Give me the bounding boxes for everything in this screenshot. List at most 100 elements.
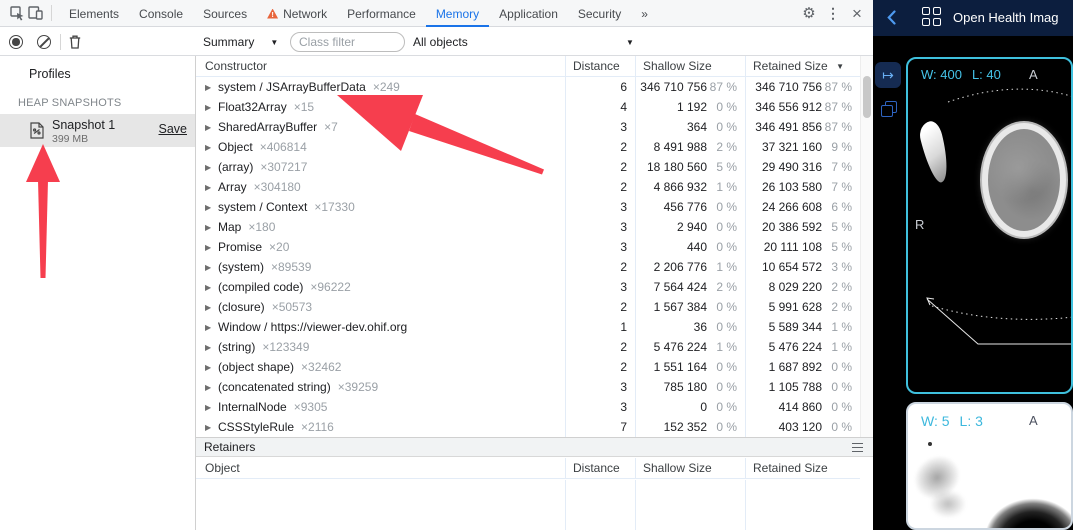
heap-table-row[interactable]: ▶Object×40681428 491 9882 %37 321 1609 % bbox=[196, 137, 860, 157]
objects-select-label[interactable]: All objects bbox=[413, 35, 468, 49]
clear-profiles-icon[interactable] bbox=[37, 35, 51, 49]
heap-table-row[interactable]: ▶(closure)×5057321 567 3840 %5 991 6282 … bbox=[196, 297, 860, 317]
column-header-distance[interactable]: Distance bbox=[565, 458, 635, 478]
disclosure-triangle-icon[interactable]: ▶ bbox=[205, 283, 218, 292]
disclosure-triangle-icon[interactable]: ▶ bbox=[205, 263, 218, 272]
disclosure-triangle-icon[interactable]: ▶ bbox=[205, 363, 218, 372]
tab-network[interactable]: !Network bbox=[257, 0, 337, 27]
tab-elements[interactable]: Elements bbox=[59, 0, 129, 27]
constructor-cell[interactable]: ▶(closure)×50573 bbox=[196, 297, 565, 317]
disclosure-triangle-icon[interactable]: ▶ bbox=[205, 383, 218, 392]
constructor-cell[interactable]: ▶(object shape)×32462 bbox=[196, 357, 565, 377]
heap-table-row[interactable]: ▶Window / https://viewer-dev.ohif.org136… bbox=[196, 317, 860, 337]
retained-size-value: 24 266 608 bbox=[762, 200, 822, 214]
heap-table-row[interactable]: ▶(system)×8953922 206 7761 %10 654 5723 … bbox=[196, 257, 860, 277]
tab-application[interactable]: Application bbox=[489, 0, 568, 27]
class-filter-input[interactable] bbox=[290, 32, 405, 52]
kebab-menu-icon[interactable]: ⋮ bbox=[821, 1, 845, 25]
settings-gear-icon[interactable]: ⚙ bbox=[797, 1, 821, 25]
retainers-table-header: Object Distance Shallow Size Retained Si… bbox=[196, 458, 860, 479]
record-heap-icon[interactable] bbox=[9, 35, 23, 49]
heap-table-row[interactable]: ▶(object shape)×3246221 551 1640 %1 687 … bbox=[196, 357, 860, 377]
chevron-down-icon[interactable]: ▼ bbox=[626, 38, 634, 47]
disclosure-triangle-icon[interactable]: ▶ bbox=[205, 163, 218, 172]
device-toolbar-icon[interactable] bbox=[26, 4, 44, 22]
heap-table-row[interactable]: ▶Map×18032 9400 %20 386 5925 % bbox=[196, 217, 860, 237]
constructor-cell[interactable]: ▶(compiled code)×96222 bbox=[196, 277, 565, 297]
shallow-size-value: 440 bbox=[687, 240, 707, 254]
heap-table-row[interactable]: ▶InternalNode×9305300 %414 8600 % bbox=[196, 397, 860, 417]
disclosure-triangle-icon[interactable]: ▶ bbox=[205, 323, 218, 332]
column-header-distance[interactable]: Distance bbox=[565, 56, 635, 76]
perspective-select[interactable]: Summary ▼ bbox=[203, 28, 278, 56]
distance-cell: 3 bbox=[565, 277, 635, 297]
heap-table-row[interactable]: ▶system / JSArrayBufferData×2496346 710 … bbox=[196, 77, 860, 97]
column-header-retained-size[interactable]: Retained Size bbox=[745, 458, 860, 478]
constructor-cell[interactable]: ▶CSSStyleRule×2116 bbox=[196, 417, 565, 437]
heap-table-row[interactable]: ▶Promise×2034400 %20 111 1085 % bbox=[196, 237, 860, 257]
heap-table-row[interactable]: ▶CSSStyleRule×21167152 3520 %403 1200 % bbox=[196, 417, 860, 437]
disclosure-triangle-icon[interactable]: ▶ bbox=[205, 223, 218, 232]
column-header-retained-size[interactable]: Retained Size ▼ bbox=[745, 56, 860, 76]
trash-icon[interactable] bbox=[69, 35, 81, 54]
tab-console[interactable]: Console bbox=[129, 0, 193, 27]
constructor-cell[interactable]: ▶(string)×123349 bbox=[196, 337, 565, 357]
heap-table-row[interactable]: ▶SharedArrayBuffer×733640 %346 491 85687… bbox=[196, 117, 860, 137]
constructor-cell[interactable]: ▶system / Context×17330 bbox=[196, 197, 565, 217]
disclosure-triangle-icon[interactable]: ▶ bbox=[205, 143, 218, 152]
tab-more[interactable]: » bbox=[631, 0, 658, 27]
heap-table-row[interactable]: ▶(array)×307217218 180 5605 %29 490 3167… bbox=[196, 157, 860, 177]
disclosure-triangle-icon[interactable]: ▶ bbox=[205, 303, 218, 312]
constructor-cell[interactable]: ▶InternalNode×9305 bbox=[196, 397, 565, 417]
column-header-constructor[interactable]: Constructor bbox=[196, 56, 565, 76]
disclosure-triangle-icon[interactable]: ▶ bbox=[205, 423, 218, 432]
shallow-size-value: 1 551 164 bbox=[654, 360, 707, 374]
heap-table-row[interactable]: ▶(string)×12334925 476 2241 %5 476 2241 … bbox=[196, 337, 860, 357]
constructor-cell[interactable]: ▶(system)×89539 bbox=[196, 257, 565, 277]
close-icon[interactable]: × bbox=[845, 1, 869, 25]
disclosure-triangle-icon[interactable]: ▶ bbox=[205, 123, 218, 132]
tab-sources[interactable]: Sources bbox=[193, 0, 257, 27]
viewport-inverted-ct[interactable]: W: 5 L: 3 A bbox=[906, 402, 1073, 530]
constructor-cell[interactable]: ▶SharedArrayBuffer×7 bbox=[196, 117, 565, 137]
back-chevron-icon[interactable] bbox=[887, 10, 896, 30]
heap-table-row[interactable]: ▶(concatenated string)×392593785 1800 %1… bbox=[196, 377, 860, 397]
disclosure-triangle-icon[interactable]: ▶ bbox=[205, 243, 218, 252]
constructor-cell[interactable]: ▶system / JSArrayBufferData×249 bbox=[196, 77, 565, 97]
layers-tool-icon[interactable] bbox=[881, 101, 901, 121]
scrollbar-thumb[interactable] bbox=[863, 76, 871, 118]
constructor-cell[interactable]: ▶Window / https://viewer-dev.ohif.org bbox=[196, 317, 565, 337]
disclosure-triangle-icon[interactable]: ▶ bbox=[205, 83, 218, 92]
disclosure-triangle-icon[interactable]: ▶ bbox=[205, 183, 218, 192]
disclosure-triangle-icon[interactable]: ▶ bbox=[205, 103, 218, 112]
constructor-cell[interactable]: ▶Map×180 bbox=[196, 217, 565, 237]
heap-table-row[interactable]: ▶Array×30418024 866 9321 %26 103 5807 % bbox=[196, 177, 860, 197]
disclosure-triangle-icon[interactable]: ▶ bbox=[205, 343, 218, 352]
constructor-cell[interactable]: ▶(concatenated string)×39259 bbox=[196, 377, 565, 397]
column-header-shallow-size[interactable]: Shallow Size bbox=[635, 56, 745, 76]
constructor-cell[interactable]: ▶Array×304180 bbox=[196, 177, 565, 197]
tab-security[interactable]: Security bbox=[568, 0, 631, 27]
column-header-object[interactable]: Object bbox=[196, 458, 565, 478]
constructor-cell[interactable]: ▶(array)×307217 bbox=[196, 157, 565, 177]
inspect-element-icon[interactable] bbox=[8, 4, 26, 22]
heap-table-row[interactable]: ▶Float32Array×1541 1920 %346 556 91287 % bbox=[196, 97, 860, 117]
tab-memory[interactable]: Memory bbox=[426, 0, 489, 27]
table-scrollbar[interactable] bbox=[860, 56, 873, 437]
tab-performance[interactable]: Performance bbox=[337, 0, 426, 27]
heap-table-row[interactable]: ▶(compiled code)×9622237 564 4242 %8 029… bbox=[196, 277, 860, 297]
disclosure-triangle-icon[interactable]: ▶ bbox=[205, 203, 218, 212]
heap-table-row[interactable]: ▶system / Context×173303456 7760 %24 266… bbox=[196, 197, 860, 217]
viewport-axial-ct[interactable]: W: 400 L: 40 A R bbox=[906, 57, 1073, 394]
ohif-viewer-panel: Open Health Imag ↦ W: 400 L: 40 A R bbox=[873, 0, 1073, 530]
retainers-menu-icon[interactable] bbox=[852, 443, 863, 452]
ohif-logo-icon[interactable] bbox=[922, 7, 944, 29]
save-snapshot-link[interactable]: Save bbox=[159, 122, 188, 136]
column-header-shallow-size[interactable]: Shallow Size bbox=[635, 458, 745, 478]
disclosure-triangle-icon[interactable]: ▶ bbox=[205, 403, 218, 412]
constructor-cell[interactable]: ▶Float32Array×15 bbox=[196, 97, 565, 117]
snapshot-item[interactable]: Snapshot 1 399 MB Save bbox=[0, 114, 195, 147]
constructor-cell[interactable]: ▶Promise×20 bbox=[196, 237, 565, 257]
constructor-cell[interactable]: ▶Object×406814 bbox=[196, 137, 565, 157]
reference-lines-tool-icon[interactable]: ↦ bbox=[875, 62, 901, 88]
